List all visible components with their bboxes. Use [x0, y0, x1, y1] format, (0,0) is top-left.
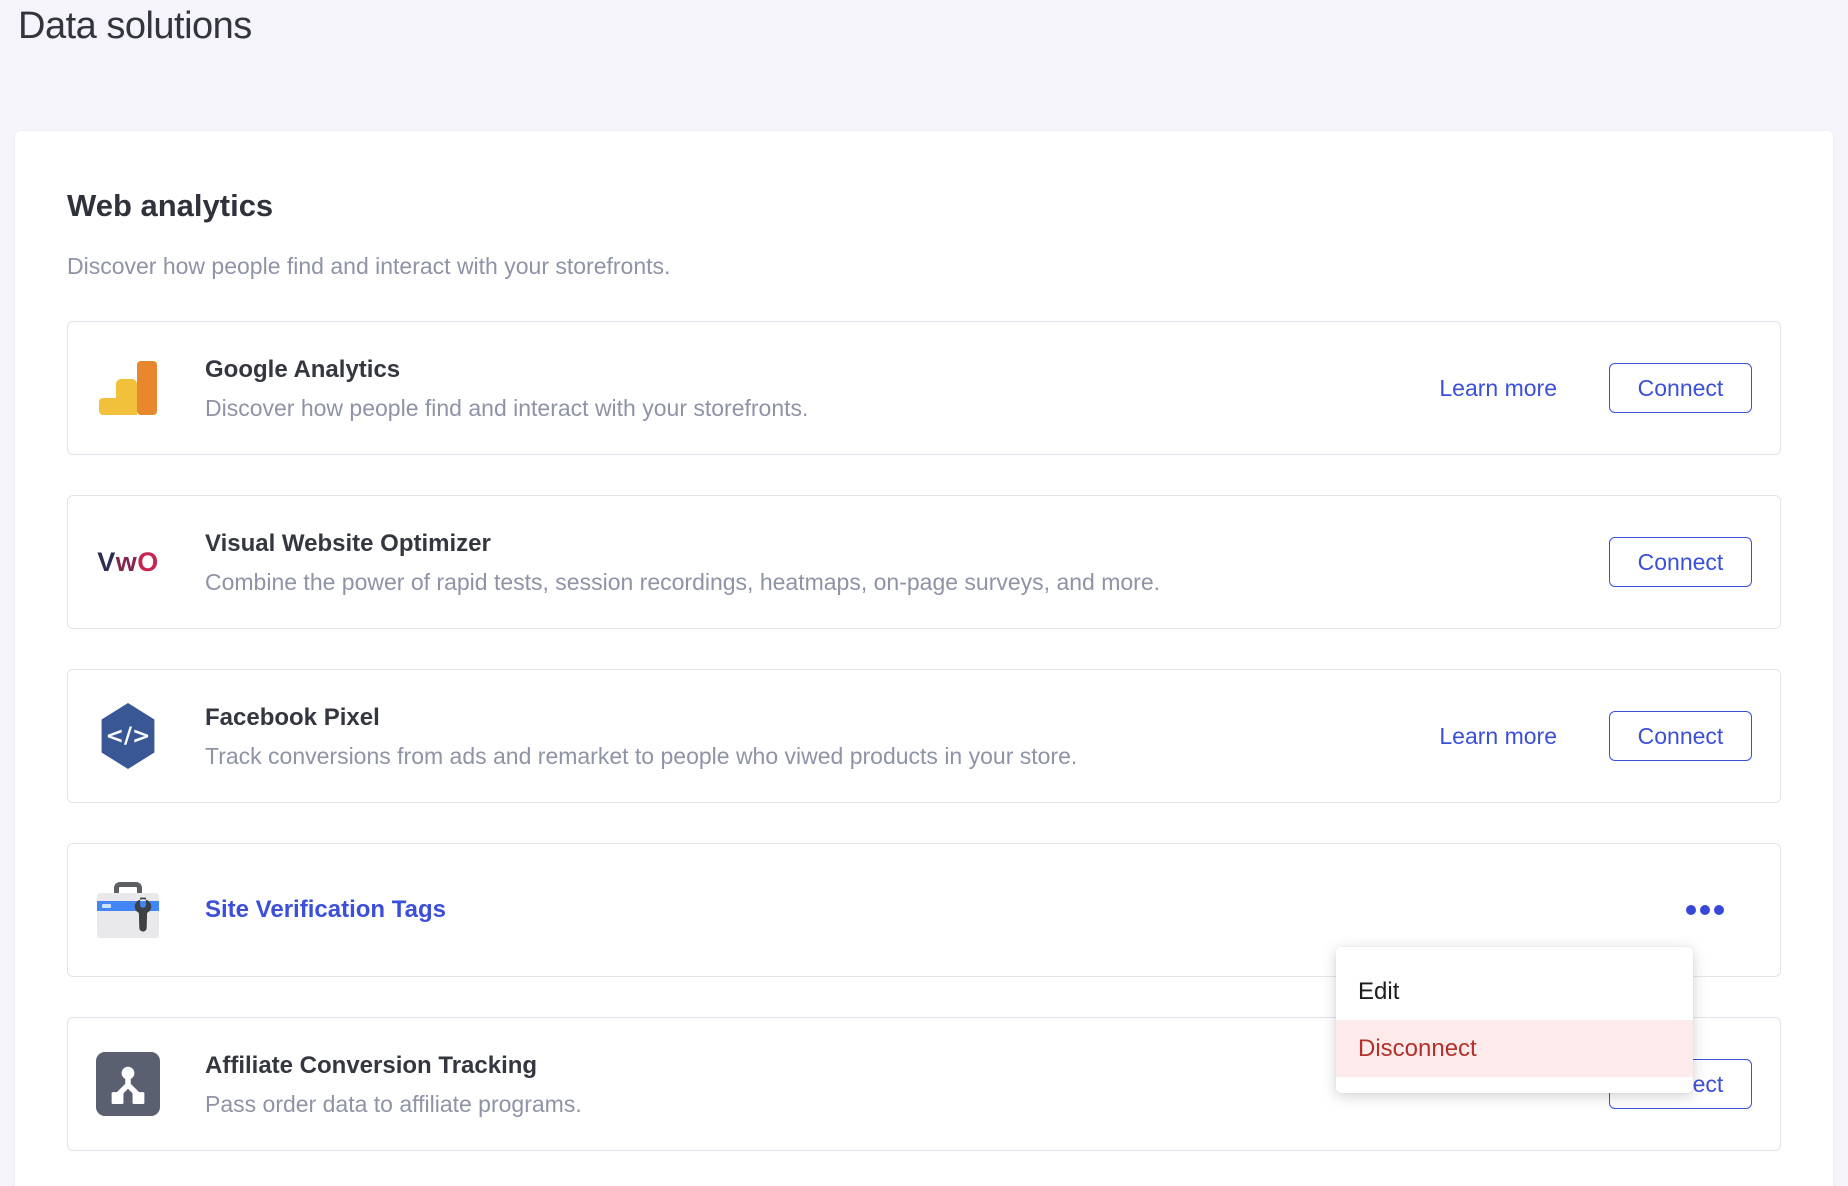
vwo-letter-o: O	[137, 547, 159, 577]
context-menu: Edit Disconnect	[1336, 947, 1693, 1093]
connect-button[interactable]: Connect	[1609, 711, 1752, 761]
affiliate-icon	[95, 1049, 161, 1119]
connect-button[interactable]: Connect	[1609, 537, 1752, 587]
vwo-letter-w: w	[116, 547, 138, 577]
network-icon-glyph	[108, 1064, 148, 1104]
section-heading: Web analytics	[67, 187, 1781, 225]
learn-more-link[interactable]: Learn more	[1439, 723, 1557, 750]
wrench-icon	[130, 897, 156, 934]
integration-title: Google Analytics	[205, 355, 1439, 385]
card-visual-website-optimizer: VwO Visual Website Optimizer Combine the…	[67, 495, 1781, 629]
card-facebook-pixel: </> Facebook Pixel Track conversions fro…	[67, 669, 1781, 803]
facebook-pixel-icon: </>	[95, 701, 161, 771]
toolbox-dash	[102, 904, 111, 908]
learn-more-link[interactable]: Learn more	[1439, 375, 1557, 402]
dot	[1700, 905, 1710, 915]
integration-title-link[interactable]: Site Verification Tags	[205, 895, 1684, 925]
integration-title: Affiliate Conversion Tracking	[205, 1051, 1439, 1081]
vwo-icon: VwO	[95, 527, 161, 597]
integration-description: Pass order data to affiliate programs.	[205, 1090, 1439, 1118]
card-text: Google Analytics Discover how people fin…	[205, 355, 1439, 422]
google-analytics-icon	[95, 353, 161, 423]
vwo-letter-v: V	[97, 547, 116, 577]
connect-button[interactable]: Connect	[1609, 363, 1752, 413]
menu-item-disconnect[interactable]: Disconnect	[1336, 1020, 1693, 1077]
page-title: Data solutions	[18, 2, 252, 50]
card-text: Affiliate Conversion Tracking Pass order…	[205, 1051, 1439, 1118]
integration-description: Discover how people find and interact wi…	[205, 394, 1439, 422]
integration-description: Combine the power of rapid tests, sessio…	[205, 568, 1609, 596]
menu-item-edit[interactable]: Edit	[1336, 963, 1693, 1020]
card-actions: Learn more Connect	[1439, 363, 1752, 413]
dot	[1686, 905, 1696, 915]
dot	[1714, 905, 1724, 915]
card-text: Facebook Pixel Track conversions from ad…	[205, 703, 1439, 770]
card-actions: Connect	[1609, 537, 1752, 587]
card-actions: Learn more Connect	[1439, 711, 1752, 761]
code-hexagon-icon: </>	[98, 703, 158, 769]
code-glyph: </>	[106, 724, 151, 749]
section-subtitle: Discover how people find and interact wi…	[67, 251, 1781, 281]
integration-description: Track conversions from ads and remarket …	[205, 742, 1439, 770]
toolbox-icon-shape	[97, 882, 159, 938]
card-google-analytics: Google Analytics Discover how people fin…	[67, 321, 1781, 455]
integration-title: Visual Website Optimizer	[205, 529, 1609, 559]
more-options-button[interactable]	[1684, 899, 1726, 921]
card-actions	[1684, 899, 1752, 921]
vwo-logo: VwO	[97, 547, 159, 578]
google-analytics-icon-shape	[99, 361, 157, 415]
card-text: Visual Website Optimizer Combine the pow…	[205, 529, 1609, 596]
card-text: Site Verification Tags	[205, 895, 1684, 925]
integration-title: Facebook Pixel	[205, 703, 1439, 733]
network-icon	[96, 1052, 160, 1116]
toolbox-icon	[95, 875, 161, 945]
